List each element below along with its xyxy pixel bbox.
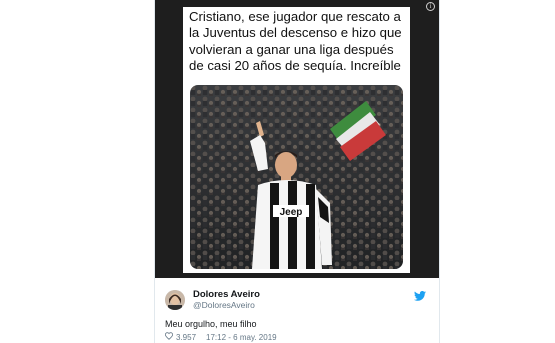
jersey-logo: Jeep — [280, 207, 303, 218]
heart-icon[interactable] — [164, 332, 174, 342]
meme-image: Cristiano, ese jugador que rescato a la … — [183, 7, 410, 273]
tweet-text: Meu orgulho, meu filho — [165, 319, 257, 329]
player-photo-art: Jeep — [190, 85, 403, 269]
info-icon[interactable]: i — [426, 2, 435, 11]
tweet-timestamp[interactable]: 17:12 - 6 may. 2019 — [206, 333, 277, 342]
player-photo: Jeep — [190, 85, 403, 269]
meme-caption: Cristiano, ese jugador que rescato a la … — [189, 9, 402, 74]
author-name[interactable]: Dolores Aveiro — [193, 289, 260, 300]
like-count[interactable]: 3.957 — [176, 333, 196, 342]
avatar-image — [165, 290, 185, 310]
twitter-bird-icon[interactable] — [414, 288, 426, 306]
avatar[interactable] — [165, 290, 185, 310]
author-handle[interactable]: @DoloresAveiro — [193, 300, 255, 310]
tweet-meta: 3.957 17:12 - 6 may. 2019 — [164, 332, 277, 342]
